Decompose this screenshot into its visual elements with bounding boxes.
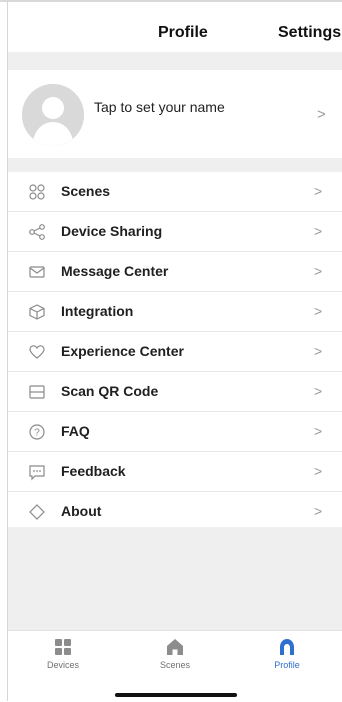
menu-item-feedback[interactable]: Feedback > [8,452,342,492]
menu-item-integration[interactable]: Integration > [8,292,342,332]
chevron-right-icon: > [314,423,323,439]
menu-item-label: About [61,503,102,519]
section-gap [8,158,342,172]
menu-item-device-sharing[interactable]: Device Sharing > [8,212,342,252]
grid-icon [53,637,73,657]
section-gap [8,52,342,70]
avatar-placeholder-icon [22,84,84,146]
chevron-right-icon: > [314,343,323,359]
chevron-right-icon: > [314,463,323,479]
chevron-right-icon: > [314,303,323,319]
chevron-right-icon: > [314,383,323,399]
menu-item-label: Message Center [61,263,169,279]
feedback-icon [28,463,46,481]
chevron-right-icon: > [314,183,323,199]
menu-item-label: Experience Center [61,343,184,359]
page-title: Profile [158,24,208,41]
menu-item-label: Device Sharing [61,223,163,239]
tab-devices[interactable]: Devices [8,631,118,681]
menu-item-label: Scan QR Code [61,383,159,399]
scenes-icon [28,183,46,201]
menu-item-label: Scenes [61,183,111,199]
profile-card[interactable]: Tap to set your name > [8,70,342,158]
menu-item-message-center[interactable]: Message Center > [8,252,342,292]
menu-item-label: Integration [61,303,134,319]
tab-label: Devices [46,660,79,670]
settings-button[interactable]: Settings [278,24,341,42]
cube-icon [28,303,46,321]
tab-label: Scenes [159,660,191,670]
heart-icon [28,343,46,361]
menu-item-faq[interactable]: ? FAQ > [8,412,342,452]
menu-item-scan-qr-code[interactable]: Scan QR Code > [8,372,342,412]
tab-label: Profile [274,660,300,670]
settings-menu: Scenes > Device Sharing > Message Center… [8,172,342,531]
profile-icon [277,637,297,657]
menu-item-label: Feedback [61,463,126,479]
chevron-right-icon: > [314,263,323,279]
envelope-icon [28,263,46,281]
avatar[interactable] [22,84,84,146]
menu-item-scenes[interactable]: Scenes > [8,172,342,212]
menu-item-experience-center[interactable]: Experience Center > [8,332,342,372]
header: Profile Settings [8,2,342,52]
menu-item-label: FAQ [61,423,90,439]
chevron-right-icon: > [314,503,323,519]
tab-bar: Devices Scenes Profile [8,630,342,702]
home-indicator [115,693,237,697]
svg-text:?: ? [34,428,40,439]
diamond-icon [28,503,46,521]
set-name-prompt: Tap to set your name [94,99,225,115]
tab-profile[interactable]: Profile [232,631,342,681]
tab-scenes[interactable]: Scenes [120,631,230,681]
chevron-right-icon: > [314,223,323,239]
home-icon [165,637,185,657]
question-icon: ? [28,423,46,441]
scan-icon [28,383,46,401]
menu-item-about[interactable]: About > [8,492,342,531]
app-screen: Profile Settings Tap to set your name > … [0,0,342,702]
chevron-right-icon: > [317,106,326,123]
share-icon [28,223,46,241]
empty-area [8,527,342,630]
